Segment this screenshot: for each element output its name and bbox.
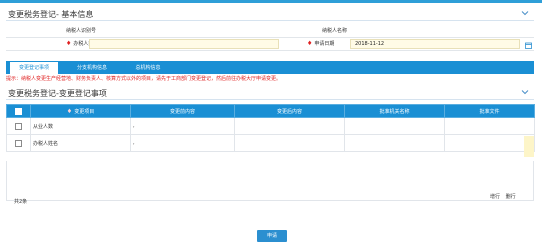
table-empty-area (6, 161, 534, 201)
column-header: 批准文件 (444, 104, 535, 118)
table-row[interactable]: 从业人数 , (6, 117, 535, 135)
row-actions: 增行 删行 (486, 193, 516, 200)
operator-date-row: ♦ 办税人姓名 ♦ 申请日期 2018-11-12 (6, 38, 534, 51)
tab-head-office-info[interactable]: 总机构信息 (124, 62, 172, 74)
change-item-cell: 办税人姓名 (30, 134, 131, 152)
select-all-checkbox[interactable] (6, 104, 31, 118)
tab-bar: 变更登记事项 分支机构信息 总机构信息 (6, 61, 534, 74)
column-header: ♦ 变更项目 (30, 104, 131, 118)
before-content-cell: , (130, 134, 235, 152)
editable-cell-highlight (524, 136, 534, 157)
change-items-table: ♦ 变更项目 变更前内容 变更后内容 批准机关名称 批准文件 从业人数 , 办税人… (6, 104, 535, 152)
chevron-down-icon[interactable] (520, 8, 530, 18)
change-items-title: 变更税务登记-变更登记事项 (8, 89, 107, 98)
column-header: 变更后内容 (234, 104, 345, 118)
taxpayer-id-label: 纳税人识别号 (66, 28, 97, 34)
table-row[interactable]: 办税人姓名 , (6, 134, 535, 152)
tab-change-items[interactable]: 变更登记事项 (10, 62, 58, 74)
change-items-panel-header: 变更税务登记-变更登记事项 (6, 86, 534, 100)
top-accent-line (0, 0, 542, 3)
apply-date-label: ♦ 申请日期 (307, 40, 335, 47)
row-checkbox[interactable] (6, 134, 31, 152)
chevron-down-icon[interactable] (520, 87, 530, 97)
apply-date-field[interactable]: 2018-11-12 (350, 39, 520, 49)
column-header: 批准机关名称 (344, 104, 445, 118)
column-header: 变更前内容 (130, 104, 235, 118)
after-content-cell[interactable] (234, 134, 345, 152)
record-count: 共2条 (14, 199, 28, 205)
authority-cell[interactable] (344, 134, 445, 152)
add-row-button[interactable]: 增行 (490, 194, 500, 200)
basic-info-panel-header: 变更税务登记- 基本信息 (6, 7, 534, 21)
tab-branch-info[interactable]: 分支机构信息 (66, 62, 118, 74)
basic-info-title: 变更税务登记- 基本信息 (8, 10, 94, 19)
required-mark: ♦ (66, 40, 72, 47)
operator-field[interactable] (89, 39, 279, 49)
apply-button[interactable]: 申请 (257, 230, 287, 242)
document-cell[interactable] (444, 134, 535, 152)
document-cell[interactable] (444, 117, 535, 135)
calendar-icon[interactable] (525, 42, 532, 49)
delete-row-button[interactable]: 删行 (506, 194, 516, 200)
required-mark: ♦ (307, 40, 313, 47)
row-checkbox[interactable] (6, 117, 31, 135)
taxpayer-name-label: 纳税人名称 (322, 28, 348, 34)
table-header-row: ♦ 变更项目 变更前内容 变更后内容 批准机关名称 批准文件 (6, 104, 535, 118)
taxpayer-info-row: 纳税人识别号 纳税人名称 (6, 25, 534, 38)
notice-text: 提示：纳税人变更生产经营地、财务负责人、核算方式以外的项目，请先于工商部门变更登… (6, 76, 282, 82)
before-content-cell: , (130, 117, 235, 135)
after-content-cell[interactable] (234, 117, 345, 135)
authority-cell[interactable] (344, 117, 445, 135)
change-item-cell: 从业人数 (30, 117, 131, 135)
